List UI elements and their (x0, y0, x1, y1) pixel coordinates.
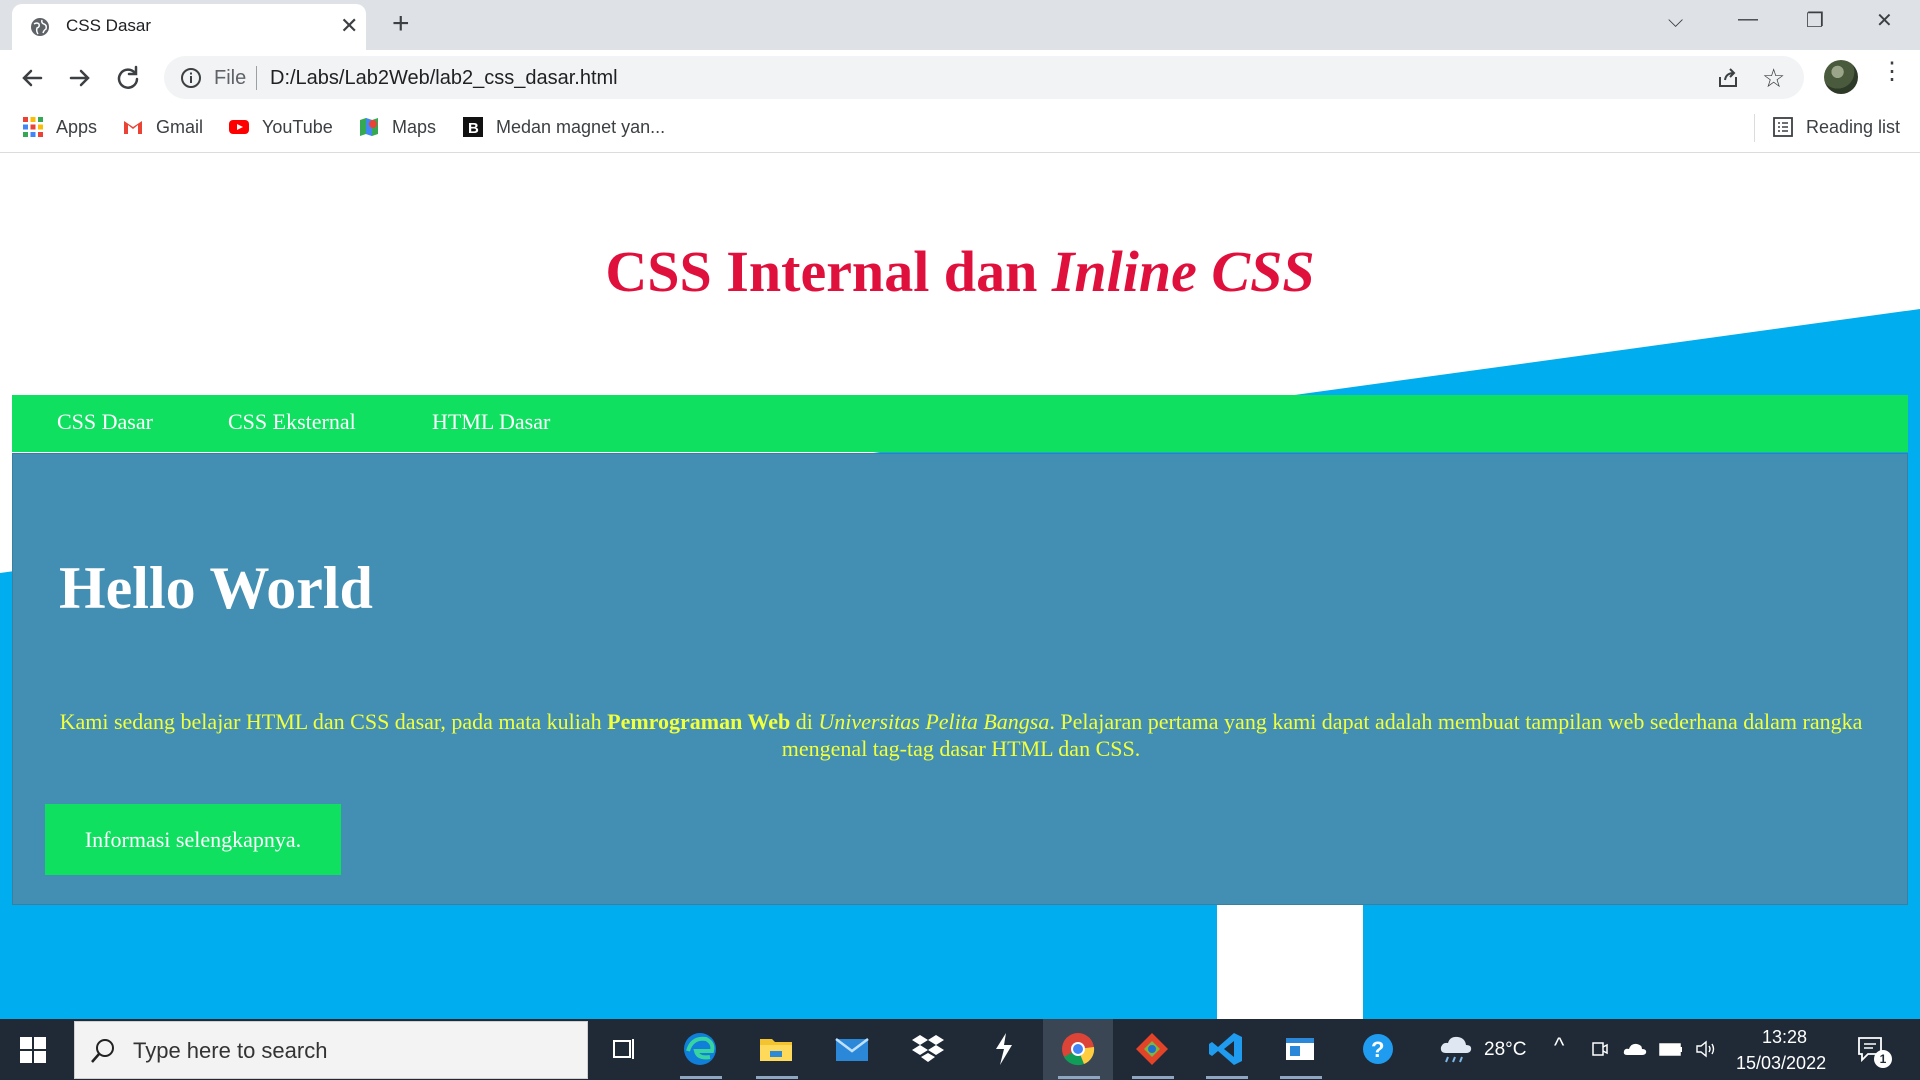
page-viewport: CSS Internal dan Inline CSS CSS Dasar CS… (0, 153, 1920, 1019)
bookmark-label: YouTube (262, 116, 333, 137)
hero-heading: Hello World (59, 555, 373, 621)
running-indicator (680, 1076, 722, 1079)
svg-text:?: ? (1371, 1037, 1384, 1062)
running-indicator (756, 1076, 798, 1079)
minimize-button[interactable]: — (1738, 8, 1758, 31)
close-window-button[interactable]: ✕ (1876, 8, 1893, 33)
search-placeholder: Type here to search (133, 1038, 328, 1063)
bookmark-label: Medan magnet yan... (496, 116, 666, 137)
chrome-icon[interactable] (1058, 1029, 1098, 1069)
windows-taskbar: Type here to search ? 28°C ^ 13:28 15/03… (0, 1019, 1920, 1080)
gmail-icon (124, 121, 142, 134)
windows-start-icon[interactable] (20, 1037, 46, 1063)
volume-icon[interactable] (1694, 1039, 1718, 1059)
browser-toolbar: File D:/Labs/Lab2Web/lab2_css_dasar.html… (0, 50, 1920, 106)
help-icon[interactable]: ? (1358, 1029, 1398, 1069)
maps-icon (360, 118, 378, 136)
nav-link-html-dasar[interactable]: HTML Dasar (432, 409, 550, 435)
globe-icon (31, 18, 49, 36)
hero-text-italic: Universitas Pelita Bangsa (818, 709, 1050, 734)
hero-paragraph: Kami sedang belajar HTML dan CSS dasar, … (43, 708, 1879, 762)
task-view-icon[interactable] (604, 1029, 644, 1069)
git-tool-icon[interactable] (1132, 1029, 1172, 1069)
youtube-icon (229, 120, 249, 134)
bookmarks-divider (1754, 114, 1755, 142)
back-arrow-icon[interactable] (16, 62, 48, 94)
weather-rain-icon[interactable] (1436, 1029, 1476, 1069)
bookmark-apps[interactable]: Apps (22, 116, 97, 138)
browser-tab[interactable]: CSS Dasar ✕ (12, 4, 366, 50)
bookmark-youtube[interactable]: YouTube (228, 116, 333, 138)
dropbox-icon[interactable] (908, 1029, 948, 1069)
info-icon[interactable] (180, 67, 202, 89)
tab-strip: CSS Dasar ✕ + ⌵ — ❐ ✕ (0, 0, 1920, 50)
bookmark-gmail[interactable]: Gmail (122, 116, 203, 138)
bookmark-medan-magnet[interactable]: B Medan magnet yan... (462, 116, 665, 138)
reload-icon[interactable] (112, 62, 144, 94)
restore-button[interactable]: ❐ (1806, 8, 1824, 33)
site-navbar: CSS Dasar CSS Eksternal HTML Dasar (12, 395, 1908, 452)
share-icon[interactable] (1716, 66, 1740, 90)
hero-section: Hello World Kami sedang belajar HTML dan… (12, 453, 1908, 905)
more-info-button[interactable]: Informasi selengkapnya. (45, 804, 341, 875)
bookmark-star-icon[interactable]: ☆ (1762, 63, 1785, 94)
tab-title: CSS Dasar (66, 16, 152, 35)
page-title: CSS Internal dan Inline CSS (0, 238, 1920, 305)
search-icon (91, 1039, 114, 1063)
file-explorer-icon[interactable] (756, 1029, 796, 1069)
battery-icon[interactable] (1658, 1039, 1684, 1059)
address-bar[interactable]: File D:/Labs/Lab2Web/lab2_css_dasar.html… (164, 56, 1804, 99)
bookmark-label: Apps (56, 116, 98, 137)
svg-text:B: B (468, 120, 479, 137)
weather-temperature[interactable]: 28°C (1484, 1039, 1526, 1061)
page-title-text: CSS Internal dan (605, 239, 1052, 304)
meet-now-icon[interactable] (1590, 1039, 1610, 1059)
edge-icon[interactable] (680, 1029, 720, 1069)
running-indicator (1206, 1076, 1248, 1079)
bookmarks-bar: Apps Gmail YouTube Maps B Medan magnet y… (0, 106, 1920, 153)
hero-text-part: di (790, 709, 819, 734)
reading-list-label: Reading list (1806, 116, 1901, 137)
onedrive-icon[interactable] (1622, 1039, 1648, 1059)
vscode-icon[interactable] (1206, 1029, 1246, 1069)
chevron-up-icon[interactable]: ^ (1554, 1033, 1564, 1059)
omnibox-divider (256, 66, 257, 90)
menu-kebab-icon[interactable]: ⋮ (1880, 60, 1904, 84)
scheme-label: File (214, 67, 247, 89)
nav-link-css-dasar[interactable]: CSS Dasar (57, 409, 153, 435)
bookmark-label: Gmail (156, 116, 204, 137)
app-window-icon[interactable] (1280, 1029, 1320, 1069)
nav-link-css-eksternal[interactable]: CSS Eksternal (228, 409, 356, 435)
sublime-icon[interactable] (984, 1029, 1024, 1069)
running-indicator (1058, 1076, 1100, 1079)
forward-arrow-icon[interactable] (64, 62, 96, 94)
new-tab-button[interactable]: + (392, 9, 410, 39)
page-title-italic: Inline CSS (1051, 239, 1315, 304)
running-indicator (1280, 1076, 1322, 1079)
clock-time[interactable]: 13:28 (1762, 1027, 1807, 1048)
reading-list-icon (1773, 117, 1793, 137)
hero-text-bold: Pemrograman Web (607, 709, 791, 734)
tab-close-icon[interactable]: ✕ (340, 15, 358, 37)
bookmark-label: Maps (392, 116, 437, 137)
taskbar-search[interactable]: Type here to search (74, 1021, 588, 1079)
notification-count-badge: 1 (1874, 1050, 1892, 1068)
white-block (1217, 905, 1363, 1019)
url-text[interactable]: D:/Labs/Lab2Web/lab2_css_dasar.html (270, 67, 618, 90)
tab-search-icon[interactable]: ⌵ (1668, 10, 1683, 33)
clock-date[interactable]: 15/03/2022 (1736, 1053, 1826, 1074)
bookmark-maps[interactable]: Maps (358, 116, 436, 138)
profile-avatar[interactable] (1824, 60, 1858, 94)
reading-list-button[interactable]: Reading list (1772, 116, 1900, 138)
apps-grid-icon (23, 117, 43, 137)
bookmark-b-icon: B (463, 117, 483, 137)
mail-icon[interactable] (832, 1029, 872, 1069)
hero-text-part: Kami sedang belajar HTML dan CSS dasar, … (59, 709, 608, 734)
running-indicator (1132, 1076, 1174, 1079)
